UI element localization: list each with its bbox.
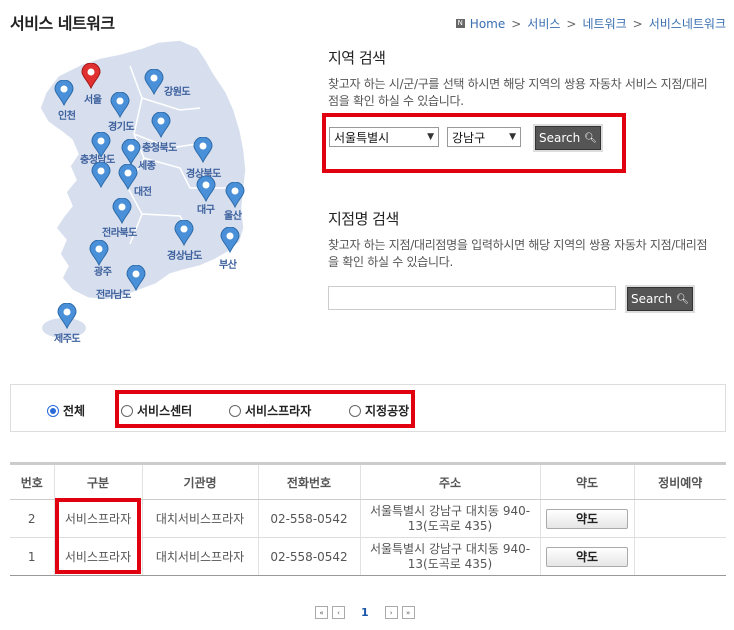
- region-search-description: 찾고자 하는 시/군/구를 선택 하시면 해당 지역의 쌍용 자동차 서비스 지…: [328, 77, 708, 108]
- breadcrumb-service-network[interactable]: 서비스네트워크: [649, 15, 726, 32]
- home-icon: N: [455, 19, 465, 28]
- pin-busan-icon[interactable]: [220, 227, 240, 253]
- cell-address: 서울특별시 강남구 대치동 940-13(도곡로 435): [359, 537, 540, 576]
- city-label-daejeon[interactable]: 대전: [134, 183, 152, 198]
- next-page-icon[interactable]: ›: [384, 606, 398, 619]
- breadcrumb-separator: >: [566, 16, 577, 31]
- city-label-ulsan[interactable]: 울산: [224, 207, 242, 222]
- table-header-row: 번호 구분 기관명 전화번호 주소 약도 정비예약: [10, 462, 726, 500]
- district-select-value: 강남구: [452, 130, 486, 145]
- city-label-gwangju[interactable]: 광주: [94, 263, 112, 278]
- breadcrumb-network[interactable]: 네트워크: [582, 15, 626, 32]
- current-page[interactable]: 1: [361, 606, 369, 619]
- city-label-gyeongnam[interactable]: 경상남도: [167, 247, 202, 262]
- cell-reservation: [633, 537, 726, 576]
- cell-no: 1: [10, 537, 54, 576]
- city-label-jeonbuk[interactable]: 전라북도: [102, 224, 137, 239]
- pin-gangwon-icon[interactable]: [144, 69, 164, 95]
- page-title: 서비스 네트워크: [10, 14, 115, 33]
- branch-search-input[interactable]: [328, 286, 616, 310]
- type-column-highlight: [55, 498, 141, 574]
- first-page-icon[interactable]: «: [315, 606, 328, 619]
- pin-gyeonggi-icon[interactable]: [110, 92, 130, 118]
- cell-no: 2: [10, 499, 54, 538]
- pin-daegu-icon[interactable]: [196, 176, 216, 202]
- cell-reservation: [633, 499, 726, 538]
- breadcrumb-separator: >: [632, 16, 643, 31]
- branch-search-button-label: Search: [631, 292, 673, 306]
- search-icon: 🔍︎: [584, 132, 597, 144]
- region-search-button[interactable]: Search 🔍︎: [535, 126, 601, 150]
- col-header-type: 구분: [53, 462, 142, 500]
- city-label-jeonnam[interactable]: 전라남도: [96, 286, 131, 301]
- city-label-sejong[interactable]: 세종: [138, 157, 156, 172]
- city-label-gangwon[interactable]: 강원도: [164, 83, 191, 98]
- filter-highlight: [115, 390, 415, 428]
- map-button[interactable]: 약도: [546, 546, 628, 567]
- branch-search-button[interactable]: Search 🔍︎: [627, 287, 693, 311]
- pagination: « ‹ 1 › »: [315, 606, 415, 619]
- col-header-map: 약도: [539, 462, 634, 500]
- cell-phone: 02-558-0542: [257, 499, 360, 538]
- breadcrumb-home[interactable]: Home: [470, 17, 505, 31]
- cell-name: 대치서비스프라자: [141, 499, 258, 538]
- region-search-button-label: Search: [539, 131, 581, 145]
- cell-map: 약도: [539, 499, 634, 538]
- cell-map: 약도: [539, 537, 634, 576]
- pin-gyeongnam-icon[interactable]: [174, 220, 194, 246]
- search-icon: 🔍︎: [676, 293, 689, 305]
- city-label-incheon[interactable]: 인천: [58, 107, 76, 122]
- branch-search-title: 지점명 검색: [328, 210, 399, 228]
- city-label-daegu[interactable]: 대구: [197, 201, 215, 216]
- region-search-title: 지역 검색: [328, 49, 386, 67]
- korea-map: 서울 인천 강원도 경기도 충청북도 충청남도 세종 대전 경상북도 대구 울산: [30, 38, 262, 348]
- pin-seoul-icon[interactable]: [81, 63, 101, 89]
- pin-chungbuk-icon[interactable]: [151, 112, 171, 138]
- cell-address: 서울특별시 강남구 대치동 940-13(도곡로 435): [359, 499, 540, 538]
- city-label-gyeonggi[interactable]: 경기도: [108, 118, 135, 133]
- chevron-down-icon: ▼: [427, 132, 434, 142]
- pin-incheon-icon[interactable]: [54, 80, 74, 106]
- pin-ulsan-icon[interactable]: [225, 182, 245, 208]
- district-select[interactable]: 강남구 ▼: [447, 127, 521, 147]
- city-select-value: 서울특별시: [334, 130, 390, 145]
- col-header-name: 기관명: [141, 462, 258, 500]
- pin-gyeongbuk-icon[interactable]: [193, 137, 213, 163]
- branch-search-description: 찾고자 하는 지점/대리점명을 입력하시면 해당 지역의 쌍용 자동차 지점/대…: [328, 238, 708, 269]
- pin-jeonbuk-icon[interactable]: [112, 198, 132, 224]
- city-select[interactable]: 서울특별시 ▼: [329, 127, 439, 147]
- pin-chungnam-2-icon[interactable]: [91, 162, 111, 188]
- radio-checked-icon[interactable]: [47, 404, 59, 417]
- city-label-busan[interactable]: 부산: [219, 256, 237, 271]
- last-page-icon[interactable]: »: [401, 606, 415, 619]
- breadcrumb: N Home > 서비스 > 네트워크 > 서비스네트워크: [455, 15, 726, 32]
- prev-page-icon[interactable]: ‹: [332, 606, 345, 619]
- city-label-chungbuk[interactable]: 충청북도: [142, 139, 177, 154]
- col-header-reservation: 정비예약: [633, 462, 726, 500]
- breadcrumb-separator: >: [511, 16, 522, 31]
- filter-all[interactable]: 전체: [47, 402, 85, 419]
- col-header-address: 주소: [359, 462, 540, 500]
- filter-all-label: 전체: [63, 404, 86, 418]
- city-label-seoul[interactable]: 서울: [84, 91, 102, 106]
- cell-name: 대치서비스프라자: [141, 537, 258, 576]
- city-label-jeju[interactable]: 제주도: [54, 330, 81, 345]
- col-header-phone: 전화번호: [257, 462, 360, 500]
- map-button[interactable]: 약도: [546, 508, 628, 529]
- chevron-down-icon: ▼: [509, 132, 516, 142]
- breadcrumb-service[interactable]: 서비스: [527, 15, 560, 32]
- col-header-no: 번호: [10, 462, 54, 500]
- cell-phone: 02-558-0542: [257, 537, 360, 576]
- pin-jeju-icon[interactable]: [57, 303, 77, 329]
